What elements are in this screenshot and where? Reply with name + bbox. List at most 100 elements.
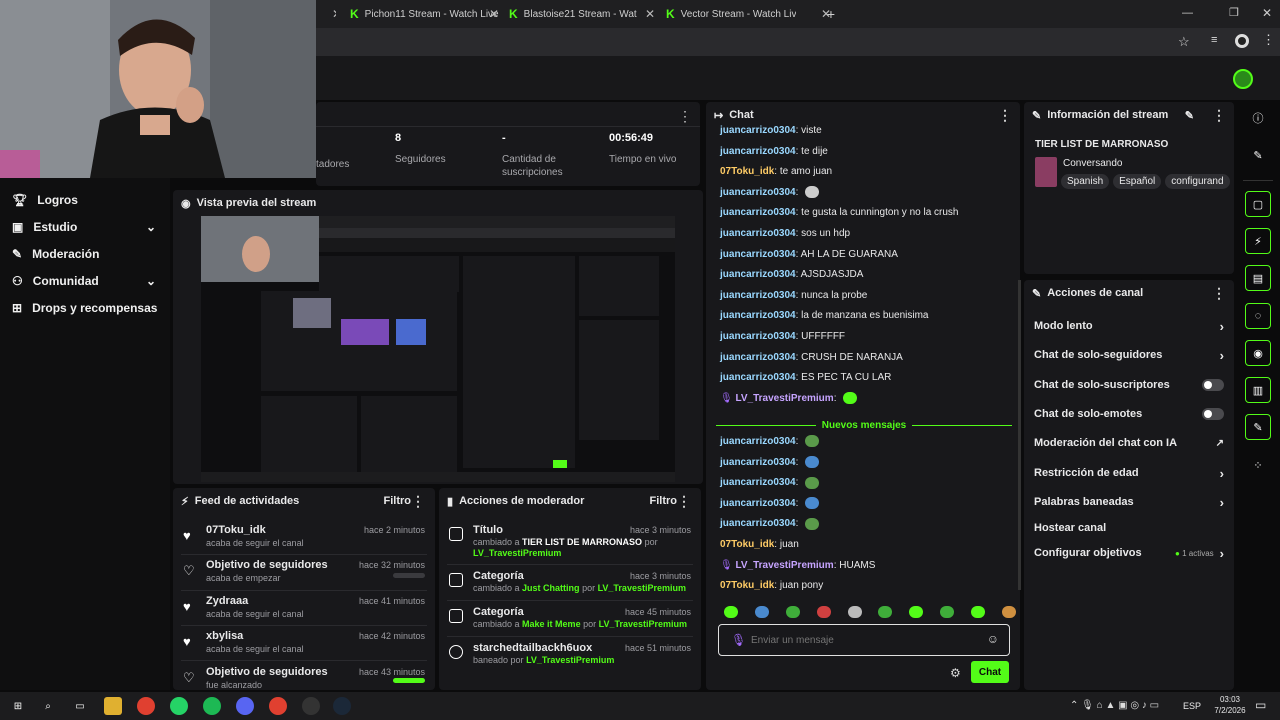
restore-icon[interactable]: ❐ [1229,6,1239,19]
emoji-icon[interactable]: ☺ [987,632,999,646]
chat-username[interactable]: juancarrizo0304 [720,125,796,136]
filter-button[interactable]: Filtro [384,495,412,507]
more-options-icon[interactable]: ⋮ [1212,285,1226,302]
sidebar-item-drops[interactable]: ⊞ Drops y recompensas [0,294,170,321]
more-options-icon[interactable]: ⋮ [678,108,692,125]
emote-icon[interactable] [754,606,769,618]
emote-icon[interactable] [785,606,800,618]
action-followers-only[interactable]: Chat de solo-seguidores › [1034,345,1224,365]
file-explorer-icon[interactable] [104,697,122,715]
windows-start-icon[interactable]: ⊞ [9,697,27,715]
tab-vector[interactable]: K Vector Stream - Watch Live on [666,4,796,24]
chat-username[interactable]: juancarrizo0304 [720,310,796,321]
obs-icon[interactable] [302,697,320,715]
chat-username[interactable]: LV_TravestiPremium [735,560,833,571]
more-options-icon[interactable]: ⋮ [1212,107,1226,124]
chat-username[interactable]: juancarrizo0304 [720,207,796,218]
chat-username[interactable]: juancarrizo0304 [720,436,796,447]
chat-bubble-icon[interactable]: ◌ [1245,303,1271,329]
action-host-channel[interactable]: Hostear canal [1034,518,1224,538]
emote-icon[interactable] [940,606,955,618]
emote-icon[interactable] [847,606,862,618]
tab-blastoise21[interactable]: K Blastoise21 Stream - Watch Liv [509,4,637,24]
chat-username[interactable]: juancarrizo0304 [720,269,796,280]
chat-message-input[interactable] [751,631,981,649]
emote-icon[interactable] [878,606,893,618]
emote-icon[interactable] [724,606,738,618]
minimize-icon[interactable]: — [1182,7,1193,19]
action-ai-moderation[interactable]: Moderación del chat con IA ↗ [1034,433,1224,453]
edit-icon[interactable]: ✎ [1245,142,1271,168]
system-tray-icons[interactable]: ⌃ 🎙︎ ⌂ ▲ ▣ ◎ ♪ ▭ [1070,700,1159,711]
spotify-icon[interactable] [203,697,221,715]
chat-username[interactable]: juancarrizo0304 [720,352,796,363]
sidebar-item-logros[interactable]: 🏆︎ Logros [0,186,170,213]
layout-icon[interactable]: ▥ [1245,377,1271,403]
chat-username[interactable]: juancarrizo0304 [720,228,796,239]
sidebar-item-comunidad[interactable]: ⚇ Comunidad ⌄ [0,267,170,294]
chat-username[interactable]: juancarrizo0304 [720,518,796,529]
media-control-icon[interactable]: ≡ [1211,34,1217,46]
lightning-icon[interactable]: ⚡︎ [1245,228,1271,254]
bookmark-star-icon[interactable]: ☆ [1178,34,1190,50]
emote-icon[interactable] [971,606,985,618]
info-icon[interactable]: ⓘ [1245,105,1271,131]
task-view-icon[interactable]: ▭ [71,697,89,715]
chat-username[interactable]: juancarrizo0304 [720,372,796,383]
edit-icon[interactable]: ✎ [1185,109,1194,122]
more-options-icon[interactable]: ⋮ [411,493,425,510]
chat-username[interactable]: juancarrizo0304 [720,331,796,342]
search-icon[interactable]: ⌕ [39,697,57,715]
chat-username[interactable]: juancarrizo0304 [720,146,796,157]
notes-icon[interactable]: ▤ [1245,265,1271,291]
steam-icon[interactable] [333,697,351,715]
chat-settings-gear-icon[interactable]: ⚙ [950,666,961,680]
action-banned-words[interactable]: Palabras baneadas › [1034,492,1224,512]
language-indicator[interactable]: ESP [1183,701,1201,711]
chat-username[interactable]: juancarrizo0304 [720,477,796,488]
chrome-icon[interactable] [137,697,155,715]
action-goals[interactable]: Configurar objetivos ● 1 activas › [1034,543,1224,563]
clock[interactable]: 03:03 7/2/2026 [1210,695,1250,715]
chat-input-box[interactable]: 🎙︎ ☺ [718,624,1010,656]
whatsapp-icon[interactable] [170,697,188,715]
filter-button[interactable]: Filtro [650,495,678,507]
emotes-only-toggle[interactable] [1202,408,1224,420]
chat-username[interactable]: 07Toku_idk [720,166,774,177]
more-options-icon[interactable]: ⋮ [677,493,691,510]
tab-close-icon[interactable]: ✕ [326,4,336,24]
chat-username[interactable]: juancarrizo0304 [720,249,796,260]
chrome-active-icon[interactable] [269,697,287,715]
broadcast-icon[interactable]: ◉ [1245,340,1271,366]
chat-username[interactable]: juancarrizo0304 [720,187,796,198]
subscribers-only-toggle[interactable] [1202,379,1224,391]
chat-username[interactable]: 07Toku_idk [720,580,774,591]
close-window-icon[interactable]: ✕ [1262,6,1272,20]
chat-username[interactable]: LV_TravestiPremium [735,393,833,404]
discord-icon[interactable] [236,697,254,715]
chat-username[interactable]: juancarrizo0304 [720,457,796,468]
chat-username[interactable]: 07Toku_idk [720,539,774,550]
stream-preview-video[interactable] [201,216,675,482]
sidebar-item-estudio[interactable]: ▣ Estudio ⌄ [0,213,170,240]
action-age-restriction[interactable]: Restricción de edad › [1034,463,1224,483]
chat-username[interactable]: juancarrizo0304 [720,290,796,301]
apps-icon[interactable]: ⁘ [1245,452,1271,478]
browser-menu-icon[interactable]: ⋮ [1262,32,1275,48]
sidebar-item-moderacion[interactable]: ✎ Moderación [0,240,170,267]
chat-scrollbar[interactable] [1018,280,1021,590]
tab-close-icon[interactable]: ✕ [640,4,654,24]
send-chat-button[interactable]: Chat [971,661,1009,683]
emote-icon[interactable] [909,606,924,618]
new-tab-button[interactable]: + [824,4,838,24]
clip-icon[interactable]: ▢ [1245,191,1271,217]
chat-username[interactable]: juancarrizo0304 [720,498,796,509]
profile-icon[interactable] [1235,34,1249,48]
emote-icon[interactable] [816,606,831,618]
emote-icon[interactable] [1001,606,1016,618]
wrench-icon[interactable]: ✎ [1245,414,1271,440]
action-slow-mode[interactable]: Modo lento › [1034,316,1224,336]
microphone-icon[interactable]: 🎙︎ [731,633,746,647]
tab-pichon11[interactable]: K Pichon11 Stream - Watch Live o [350,4,500,24]
notifications-icon[interactable]: ▭ [1255,698,1266,712]
